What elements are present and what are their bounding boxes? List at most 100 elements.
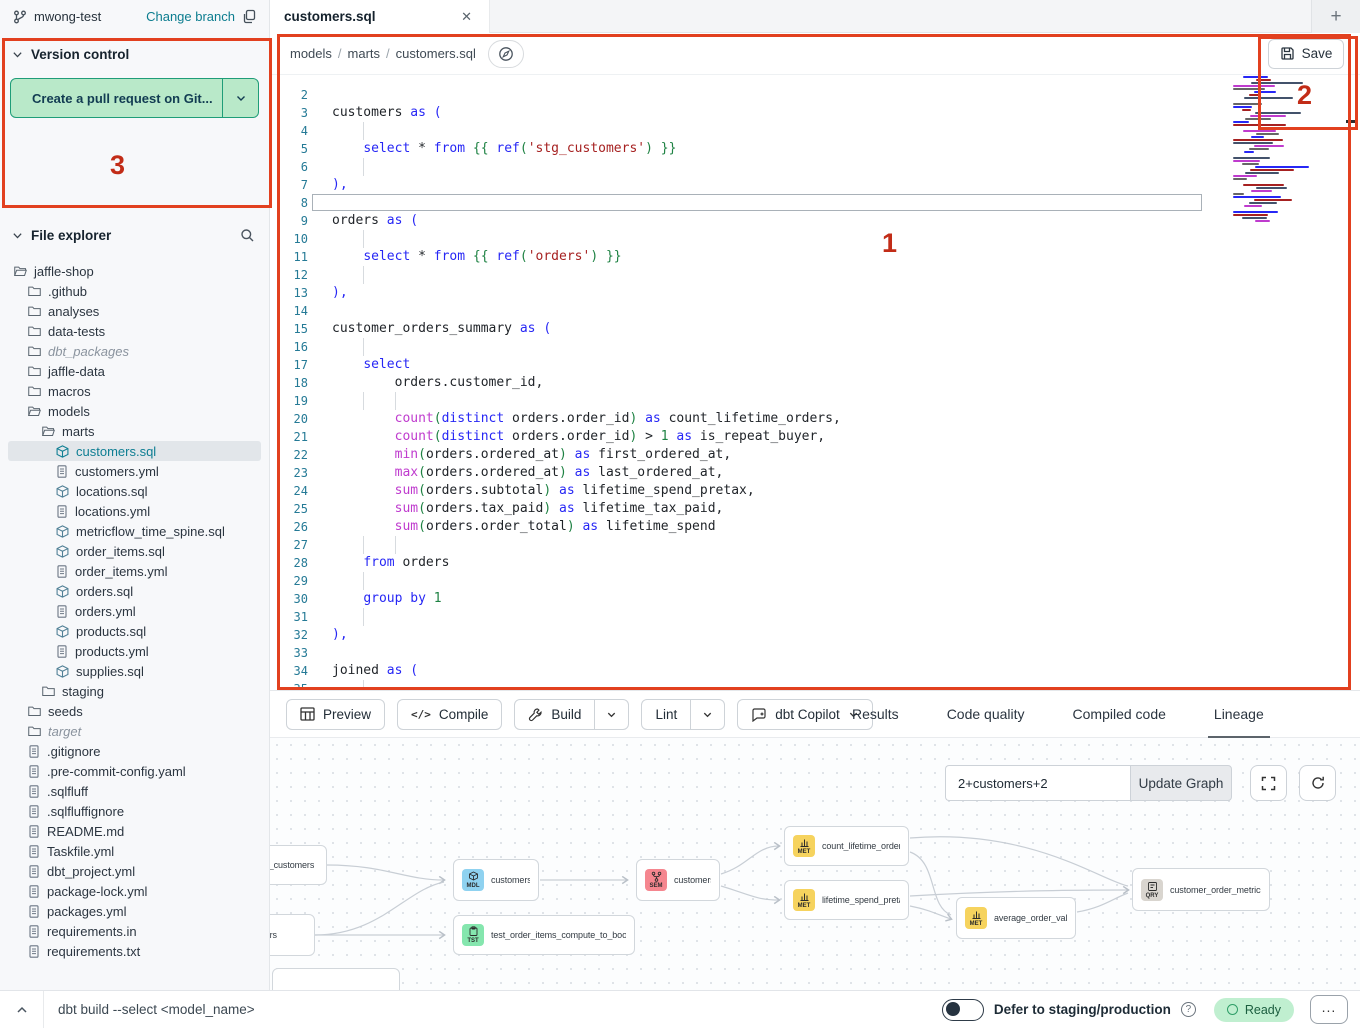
change-branch-link[interactable]: Change branch <box>146 9 235 24</box>
lineage-node-customer-order-metrics[interactable]: QRYcustomer_order_metrics <box>1132 868 1270 911</box>
code-line-27[interactable]: 27 <box>270 536 1360 554</box>
code-line-2[interactable]: 2 <box>270 86 1360 104</box>
code-line-11[interactable]: 11 select * from {{ ref('orders') }} <box>270 248 1360 266</box>
code-line-32[interactable]: 32), <box>270 626 1360 644</box>
code-line-5[interactable]: 5 select * from {{ ref('stg_customers') … <box>270 140 1360 158</box>
code-line-20[interactable]: 20 count(distinct orders.order_id) as co… <box>270 410 1360 428</box>
lint-dropdown-button[interactable] <box>690 700 724 729</box>
code-line-16[interactable]: 16 <box>270 338 1360 356</box>
file-tree-item-jaffle-data[interactable]: jaffle-data <box>8 361 261 381</box>
file-tree-item-marts[interactable]: marts <box>8 421 261 441</box>
copy-icon[interactable] <box>242 9 257 24</box>
file-tree-item--github[interactable]: .github <box>8 281 261 301</box>
compass-button[interactable] <box>488 40 524 68</box>
file-tree-item-metricflow-time-spine-sql[interactable]: metricflow_time_spine.sql <box>8 521 261 541</box>
lineage-node-lifetime-spend-pretax[interactable]: METlifetime_spend_pretax <box>784 880 909 920</box>
lineage-node-orders[interactable]: MDLorders <box>270 914 315 956</box>
create-pr-button[interactable]: Create a pull request on Git... <box>10 78 259 118</box>
compile-button[interactable]: </> Compile <box>397 699 502 730</box>
file-tree-item-requirements-txt[interactable]: requirements.txt <box>8 941 261 961</box>
lineage-node-count-lifetime-orders[interactable]: METcount_lifetime_orders <box>784 826 909 866</box>
tab-compiled-code[interactable]: Compiled code <box>1067 691 1172 739</box>
code-editor[interactable]: 23customers as (45 select * from {{ ref(… <box>270 75 1360 690</box>
file-tree-item-order-items-yml[interactable]: order_items.yml <box>8 561 261 581</box>
code-line-26[interactable]: 26 sum(orders.order_total) as lifetime_s… <box>270 518 1360 536</box>
file-tree-item-dbt-project-yml[interactable]: dbt_project.yml <box>8 861 261 881</box>
lineage-node-test-order-items-compute-to-bools-[interactable]: TSTtest_order_items_compute_to_bools... <box>453 915 635 955</box>
file-tree-item-locations-sql[interactable]: locations.sql <box>8 481 261 501</box>
save-button[interactable]: Save <box>1268 39 1344 69</box>
breadcrumb-part[interactable]: customers.sql <box>396 46 476 61</box>
build-button[interactable]: Build <box>515 700 594 729</box>
code-line-33[interactable]: 33 <box>270 644 1360 662</box>
file-tree-item--gitignore[interactable]: .gitignore <box>8 741 261 761</box>
defer-toggle[interactable] <box>942 999 984 1021</box>
minimap[interactable] <box>1233 67 1319 225</box>
file-tree-item-data-tests[interactable]: data-tests <box>8 321 261 341</box>
search-icon[interactable] <box>240 228 255 243</box>
file-tree-item-customers-yml[interactable]: customers.yml <box>8 461 261 481</box>
file-tree-item--pre-commit-config-yaml[interactable]: .pre-commit-config.yaml <box>8 761 261 781</box>
close-tab-icon[interactable]: ✕ <box>458 7 475 27</box>
file-tree-item-taskfile-yml[interactable]: Taskfile.yml <box>8 841 261 861</box>
code-line-13[interactable]: 13), <box>270 284 1360 302</box>
code-line-31[interactable]: 31 <box>270 608 1360 626</box>
lineage-panel[interactable]: MDLstg_customers MDLorders MDLcustomers TST… <box>270 738 1360 990</box>
lineage-node-customers[interactable]: MDLcustomers <box>453 859 539 901</box>
code-line-22[interactable]: 22 min(orders.ordered_at) as first_order… <box>270 446 1360 464</box>
file-tree-item--sqlfluff[interactable]: .sqlfluff <box>8 781 261 801</box>
code-line-8[interactable]: 8 <box>270 194 1360 212</box>
code-line-35[interactable]: 35 <box>270 680 1360 690</box>
code-line-34[interactable]: 34joined as ( <box>270 662 1360 680</box>
more-options-button[interactable]: ... <box>1310 995 1348 1024</box>
file-tree-item-customers-sql[interactable]: customers.sql <box>8 441 261 461</box>
expand-command-bar-icon[interactable] <box>0 991 44 1028</box>
code-line-14[interactable]: 14 <box>270 302 1360 320</box>
tab-lineage[interactable]: Lineage <box>1208 691 1270 739</box>
file-tree-item-readme-md[interactable]: README.md <box>8 821 261 841</box>
code-line-18[interactable]: 18 orders.customer_id, <box>270 374 1360 392</box>
file-tree-item-orders-yml[interactable]: orders.yml <box>8 601 261 621</box>
file-tree-item-products-yml[interactable]: products.yml <box>8 641 261 661</box>
version-control-header[interactable]: Version control <box>0 33 269 72</box>
code-line-29[interactable]: 29 <box>270 572 1360 590</box>
code-line-3[interactable]: 3customers as ( <box>270 104 1360 122</box>
file-tree-item-requirements-in[interactable]: requirements.in <box>8 921 261 941</box>
code-line-15[interactable]: 15customer_orders_summary as ( <box>270 320 1360 338</box>
code-line-23[interactable]: 23 max(orders.ordered_at) as last_ordere… <box>270 464 1360 482</box>
lineage-node[interactable] <box>272 968 400 990</box>
code-line-4[interactable]: 4 <box>270 122 1360 140</box>
tab-customers-sql[interactable]: customers.sql ✕ <box>270 0 490 33</box>
code-line-9[interactable]: 9orders as ( <box>270 212 1360 230</box>
code-line-12[interactable]: 12 <box>270 266 1360 284</box>
code-line-10[interactable]: 10 <box>270 230 1360 248</box>
code-line-21[interactable]: 21 count(distinct orders.order_id) > 1 a… <box>270 428 1360 446</box>
code-line-28[interactable]: 28 from orders <box>270 554 1360 572</box>
update-graph-button[interactable]: Update Graph <box>1130 765 1232 801</box>
lineage-node-average-order-value[interactable]: METaverage_order_value <box>956 897 1076 939</box>
file-tree-item-jaffle-shop[interactable]: jaffle-shop <box>8 261 261 281</box>
file-tree-item-locations-yml[interactable]: locations.yml <box>8 501 261 521</box>
preview-button[interactable]: Preview <box>286 699 385 730</box>
code-line-25[interactable]: 25 sum(orders.tax_paid) as lifetime_tax_… <box>270 500 1360 518</box>
refresh-button[interactable] <box>1299 765 1336 801</box>
build-dropdown-button[interactable] <box>594 700 628 729</box>
help-icon[interactable]: ? <box>1181 1002 1196 1017</box>
new-tab-button[interactable]: + <box>1311 0 1360 33</box>
pr-dropdown-button[interactable] <box>223 79 258 117</box>
file-tree-item-analyses[interactable]: analyses <box>8 301 261 321</box>
breadcrumb-part[interactable]: models <box>290 46 332 61</box>
breadcrumb-part[interactable]: marts <box>348 46 381 61</box>
lineage-selector-input[interactable] <box>945 765 1130 801</box>
file-tree-item-dbt-packages[interactable]: dbt_packages <box>8 341 261 361</box>
code-line-24[interactable]: 24 sum(orders.subtotal) as lifetime_spen… <box>270 482 1360 500</box>
lineage-node-customers[interactable]: SEMcustomers <box>636 859 720 901</box>
scrollbar-marker[interactable] <box>1346 120 1358 123</box>
code-line-30[interactable]: 30 group by 1 <box>270 590 1360 608</box>
lint-button[interactable]: Lint <box>642 700 690 729</box>
code-line-19[interactable]: 19 <box>270 392 1360 410</box>
file-tree-item-supplies-sql[interactable]: supplies.sql <box>8 661 261 681</box>
lineage-node-stg-customers[interactable]: MDLstg_customers <box>270 845 327 885</box>
file-tree-item-packages-yml[interactable]: packages.yml <box>8 901 261 921</box>
file-tree-item-package-lock-yml[interactable]: package-lock.yml <box>8 881 261 901</box>
